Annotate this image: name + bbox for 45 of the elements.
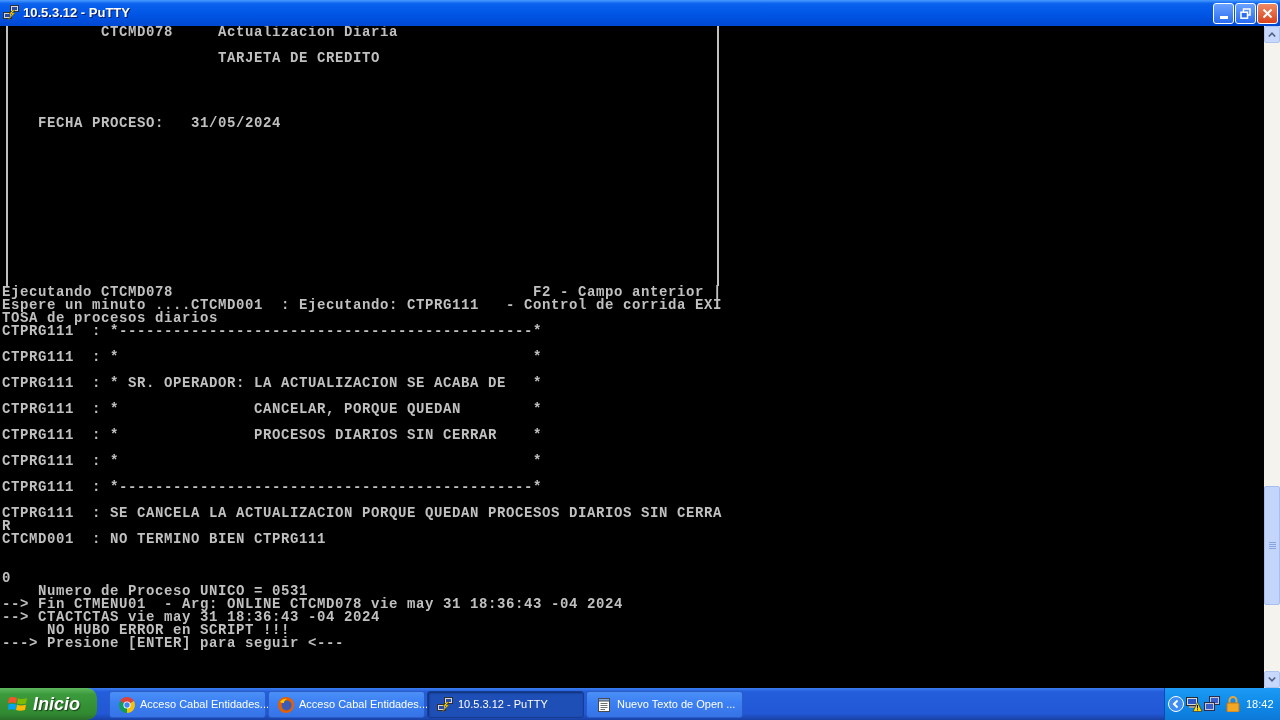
terminal-line: CTPRG111 : * PROCESOS DIARIOS SIN CERRAR * bbox=[2, 427, 543, 443]
taskbar-button[interactable]: Acceso Cabal Entidades... bbox=[268, 691, 425, 718]
status-text: Ejecutando CTCMD078 bbox=[2, 286, 174, 299]
terminal-line: CTPRG111 : SE CANCELA LA ACTUALIZACION PORQUE QUEDAN PROCESOS DIARIOS SIN CERRA bbox=[2, 505, 723, 521]
flag-icon bbox=[8, 695, 28, 713]
computers-lightning-icon bbox=[437, 696, 453, 713]
monitor-warning-icon[interactable] bbox=[1186, 696, 1202, 712]
chevron-down-icon bbox=[1268, 677, 1276, 682]
chevron-left-icon[interactable] bbox=[1168, 696, 1184, 712]
close-icon bbox=[1262, 7, 1273, 19]
terminal-line: FECHA PROCESO: 31/05/2024 bbox=[38, 115, 282, 131]
taskbar-button[interactable]: Acceso Cabal Entidades... bbox=[109, 691, 266, 718]
terminal-line: CTCMD001 : NO TERMINO BIEN CTPRG111 bbox=[2, 531, 327, 547]
terminal-line: CTPRG111 : * CANCELAR, PORQUE QUEDAN * bbox=[2, 401, 543, 417]
minimize-button[interactable] bbox=[1213, 2, 1234, 24]
terminal-line: CTPRG111 : *----------------------------------------------* bbox=[2, 479, 543, 495]
clock: 18:42 bbox=[1246, 696, 1274, 712]
scroll-up-button[interactable] bbox=[1264, 26, 1280, 43]
grip-lines-icon bbox=[1268, 542, 1276, 549]
restore-icon bbox=[1240, 7, 1251, 19]
minimize-icon bbox=[1219, 15, 1228, 19]
terminal-line: CTPRG111 : * * bbox=[2, 349, 543, 365]
terminal-line: R bbox=[2, 518, 11, 534]
start-button[interactable]: Inicio bbox=[0, 688, 97, 720]
chevron-up-icon bbox=[1268, 32, 1276, 37]
tricolor-circle-icon bbox=[119, 696, 135, 713]
terminal-line: CTCMD078 Actualizacion Diaria bbox=[101, 26, 399, 40]
network-computers-icon[interactable] bbox=[1204, 696, 1220, 712]
terminal-line: --> CTACTCTAS vie may 31 18:36:43 -04 2024 bbox=[2, 609, 381, 625]
document-icon bbox=[596, 696, 612, 713]
window-title: 10.5.3.12 - PuTTY bbox=[23, 4, 130, 23]
scroll-down-button[interactable] bbox=[1264, 671, 1280, 688]
terminal-line: CTPRG111 : * SR. OPERADOR: LA ACTUALIZACION SE ACABA DE * bbox=[2, 375, 543, 391]
terminal-line: ---> Presione [ENTER] para seguir <--- bbox=[2, 635, 345, 651]
close-button[interactable] bbox=[1257, 2, 1278, 24]
scrollbar-thumb[interactable] bbox=[1264, 486, 1280, 605]
terminal-line: 0 bbox=[2, 570, 11, 586]
computers-lightning-icon bbox=[3, 5, 19, 21]
key-hint: F2 - Campo anterior | bbox=[532, 286, 722, 299]
taskbar-button[interactable]: 10.5.3.12 - PuTTY bbox=[427, 691, 584, 718]
terminal-line: CTPRG111 : * * bbox=[2, 453, 543, 469]
terminal-line: TARJETA DE CREDITO bbox=[218, 50, 381, 66]
globe-icon bbox=[278, 696, 294, 713]
restore-button[interactable] bbox=[1235, 2, 1256, 24]
taskbar-button[interactable]: Nuevo Texto de Open ... bbox=[586, 691, 743, 718]
